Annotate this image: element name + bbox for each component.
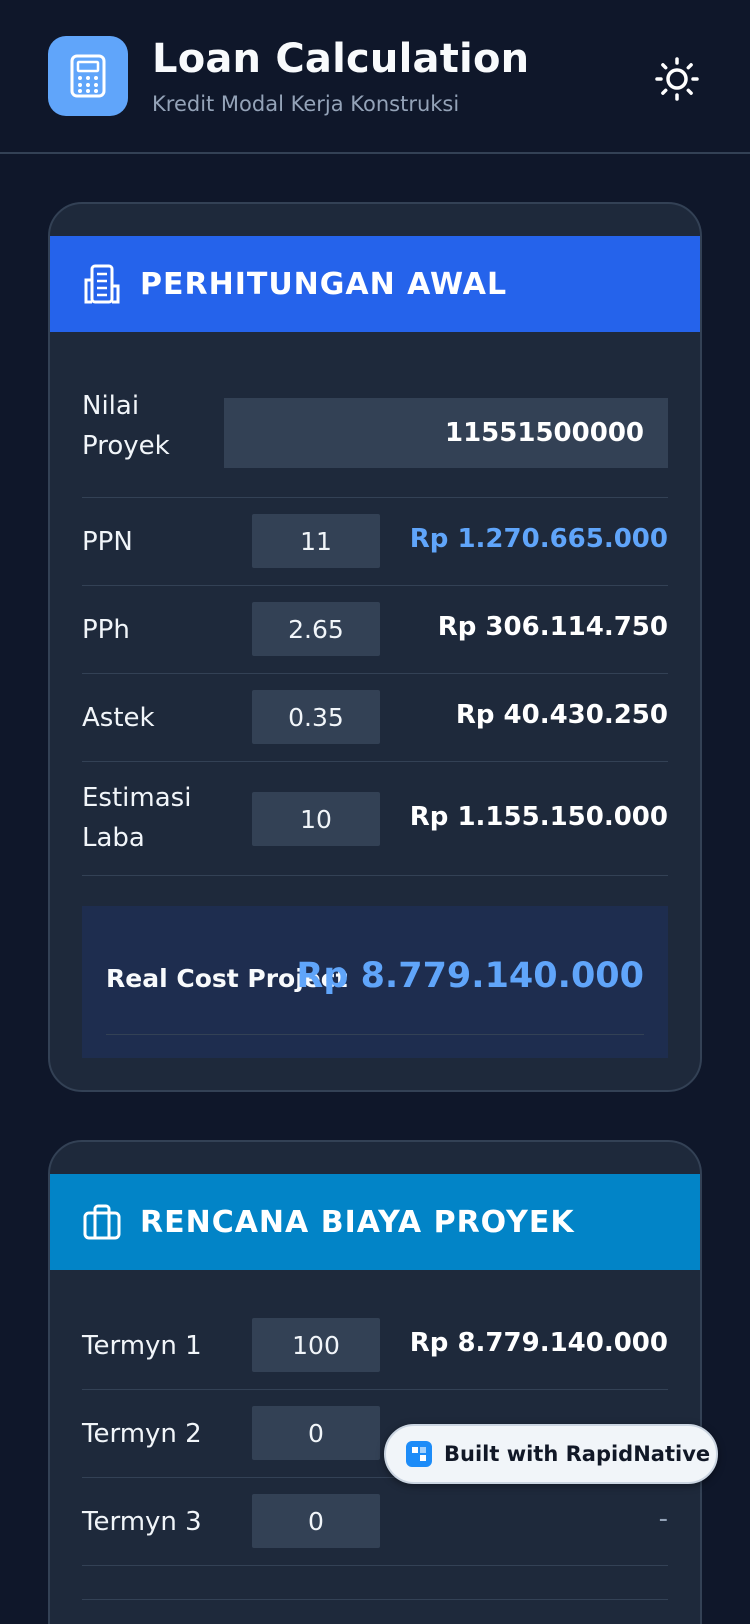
ppn-value: Rp 1.270.665.000 bbox=[409, 524, 668, 554]
row-label: Termyn 3 bbox=[82, 1507, 202, 1537]
perhitungan-awal-card: PERHITUNGAN AWAL Nilai Proyek PPN Rp 1.2… bbox=[48, 202, 702, 1092]
card-header: PERHITUNGAN AWAL bbox=[50, 236, 700, 332]
divider bbox=[106, 1034, 644, 1035]
rapidnative-logo-icon bbox=[406, 1441, 432, 1467]
nilai-proyek-input[interactable] bbox=[224, 398, 668, 468]
row-label: Nilai Proyek bbox=[82, 391, 170, 461]
estimasi-laba-input[interactable] bbox=[252, 792, 380, 846]
row-termyn-1: Termyn 1 Rp 8.779.140.000 bbox=[82, 1302, 668, 1390]
termyn-3-value: - bbox=[658, 1504, 668, 1534]
ppn-input[interactable] bbox=[252, 514, 380, 568]
rencana-biaya-proyek-card: RENCANA BIAYA PROYEK Termyn 1 Rp 8.779.1… bbox=[48, 1140, 702, 1624]
app-header: Loan Calculation Kredit Modal Kerja Kons… bbox=[0, 0, 750, 154]
briefcase-icon bbox=[82, 1202, 122, 1242]
row-nilai-proyek: Nilai Proyek bbox=[82, 364, 668, 498]
card-header: RENCANA BIAYA PROYEK bbox=[50, 1174, 700, 1270]
row-pph: PPh Rp 306.114.750 bbox=[82, 586, 668, 674]
built-with-badge[interactable]: Built with RapidNative bbox=[384, 1424, 718, 1484]
row-astek: Astek Rp 40.430.250 bbox=[82, 674, 668, 762]
row-termyn-3: Termyn 3 - bbox=[82, 1478, 668, 1566]
row-label: Estimasi Laba bbox=[82, 783, 192, 853]
card-title: RENCANA BIAYA PROYEK bbox=[140, 1204, 575, 1240]
row-label: Termyn 2 bbox=[82, 1419, 202, 1449]
pph-value: Rp 306.114.750 bbox=[437, 612, 668, 642]
termyn-1-value: Rp 8.779.140.000 bbox=[409, 1328, 668, 1358]
pph-input[interactable] bbox=[252, 602, 380, 656]
row-label: PPN bbox=[82, 527, 133, 557]
termyn-2-input[interactable] bbox=[252, 1406, 380, 1460]
page-title: Loan Calculation bbox=[152, 36, 530, 82]
estimasi-laba-value: Rp 1.155.150.000 bbox=[409, 802, 668, 832]
astek-input[interactable] bbox=[252, 690, 380, 744]
building-icon bbox=[82, 264, 122, 304]
astek-value: Rp 40.430.250 bbox=[455, 700, 668, 730]
row-estimasi-laba: Estimasi Laba Rp 1.155.150.000 bbox=[82, 762, 668, 876]
calculator-icon bbox=[48, 36, 128, 116]
row-label: PPh bbox=[82, 615, 130, 645]
sun-icon bbox=[655, 57, 699, 101]
termyn-3-input[interactable] bbox=[252, 1494, 380, 1548]
row-label: Astek bbox=[82, 703, 155, 733]
row-ppn: PPN Rp 1.270.665.000 bbox=[82, 498, 668, 586]
divider bbox=[82, 1566, 668, 1600]
real-cost-value: Rp 8.779.140.000 bbox=[296, 956, 644, 996]
row-label: Termyn 1 bbox=[82, 1331, 202, 1361]
card-title: PERHITUNGAN AWAL bbox=[140, 266, 508, 302]
badge-label: Built with RapidNative bbox=[444, 1442, 711, 1466]
termyn-1-input[interactable] bbox=[252, 1318, 380, 1372]
real-cost-summary: Real Cost Project Rp 8.779.140.000 bbox=[82, 906, 668, 1058]
theme-toggle-button[interactable] bbox=[652, 54, 702, 104]
page-subtitle: Kredit Modal Kerja Konstruksi bbox=[152, 92, 460, 116]
